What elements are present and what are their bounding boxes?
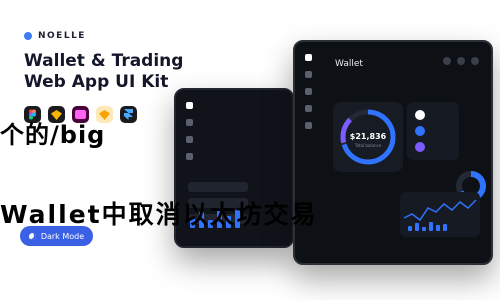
- chart-bar: [415, 223, 419, 231]
- headline-line-1: Wallet & Trading: [24, 51, 184, 71]
- list-item[interactable]: [188, 182, 248, 192]
- search-icon[interactable]: [443, 57, 451, 65]
- nav-home-icon[interactable]: [304, 54, 312, 61]
- nav-settings-icon[interactable]: [304, 122, 312, 129]
- nav-wallet-icon[interactable]: [304, 71, 312, 78]
- avatar[interactable]: [471, 57, 479, 65]
- coin-icon: [415, 142, 425, 152]
- nav-settings-icon[interactable]: [185, 153, 193, 160]
- screenshot-root: NOELLE Wallet & Trading Web App UI Kit W…: [0, 0, 500, 300]
- balance-card: $21,836 Total balance: [333, 102, 403, 172]
- app-header-actions: [443, 57, 479, 65]
- brand-name: NOELLE: [38, 31, 86, 41]
- overlay-title-fragment: 个的/big: [0, 121, 106, 149]
- dark-mode-badge[interactable]: Dark Mode: [20, 226, 93, 246]
- dark-mode-label: Dark Mode: [40, 231, 85, 241]
- chart-bar: [422, 227, 426, 231]
- nav-chart-icon[interactable]: [185, 136, 193, 143]
- wallet-app-mockup: Wallet $21,836 Total balance: [293, 40, 493, 265]
- trend-card: [400, 192, 480, 237]
- nav-home-icon[interactable]: [185, 102, 193, 109]
- trend-volume-bars: [408, 222, 447, 231]
- tablet-nav-rail: [182, 102, 196, 160]
- brand-logo-icon: [24, 32, 32, 40]
- framer-icon: [120, 106, 137, 123]
- nav-exchange-icon[interactable]: [304, 88, 312, 95]
- nav-wallet-icon[interactable]: [185, 119, 193, 126]
- coin-icon: [415, 110, 425, 120]
- chart-bar: [408, 226, 412, 231]
- chart-bar: [429, 222, 433, 231]
- balance-caption: Total balance: [354, 143, 382, 148]
- coin-icon: [415, 126, 425, 136]
- chart-bar: [443, 224, 447, 231]
- app-nav-rail: [301, 54, 315, 129]
- bell-icon[interactable]: [457, 57, 465, 65]
- moon-icon: [28, 232, 36, 240]
- app-title: Wallet: [335, 59, 363, 69]
- balance-value: $21,836: [349, 132, 387, 141]
- brand: NOELLE: [24, 31, 86, 41]
- stats-card: [407, 102, 459, 160]
- nav-chart-icon[interactable]: [304, 105, 312, 112]
- chart-bar: [436, 225, 440, 231]
